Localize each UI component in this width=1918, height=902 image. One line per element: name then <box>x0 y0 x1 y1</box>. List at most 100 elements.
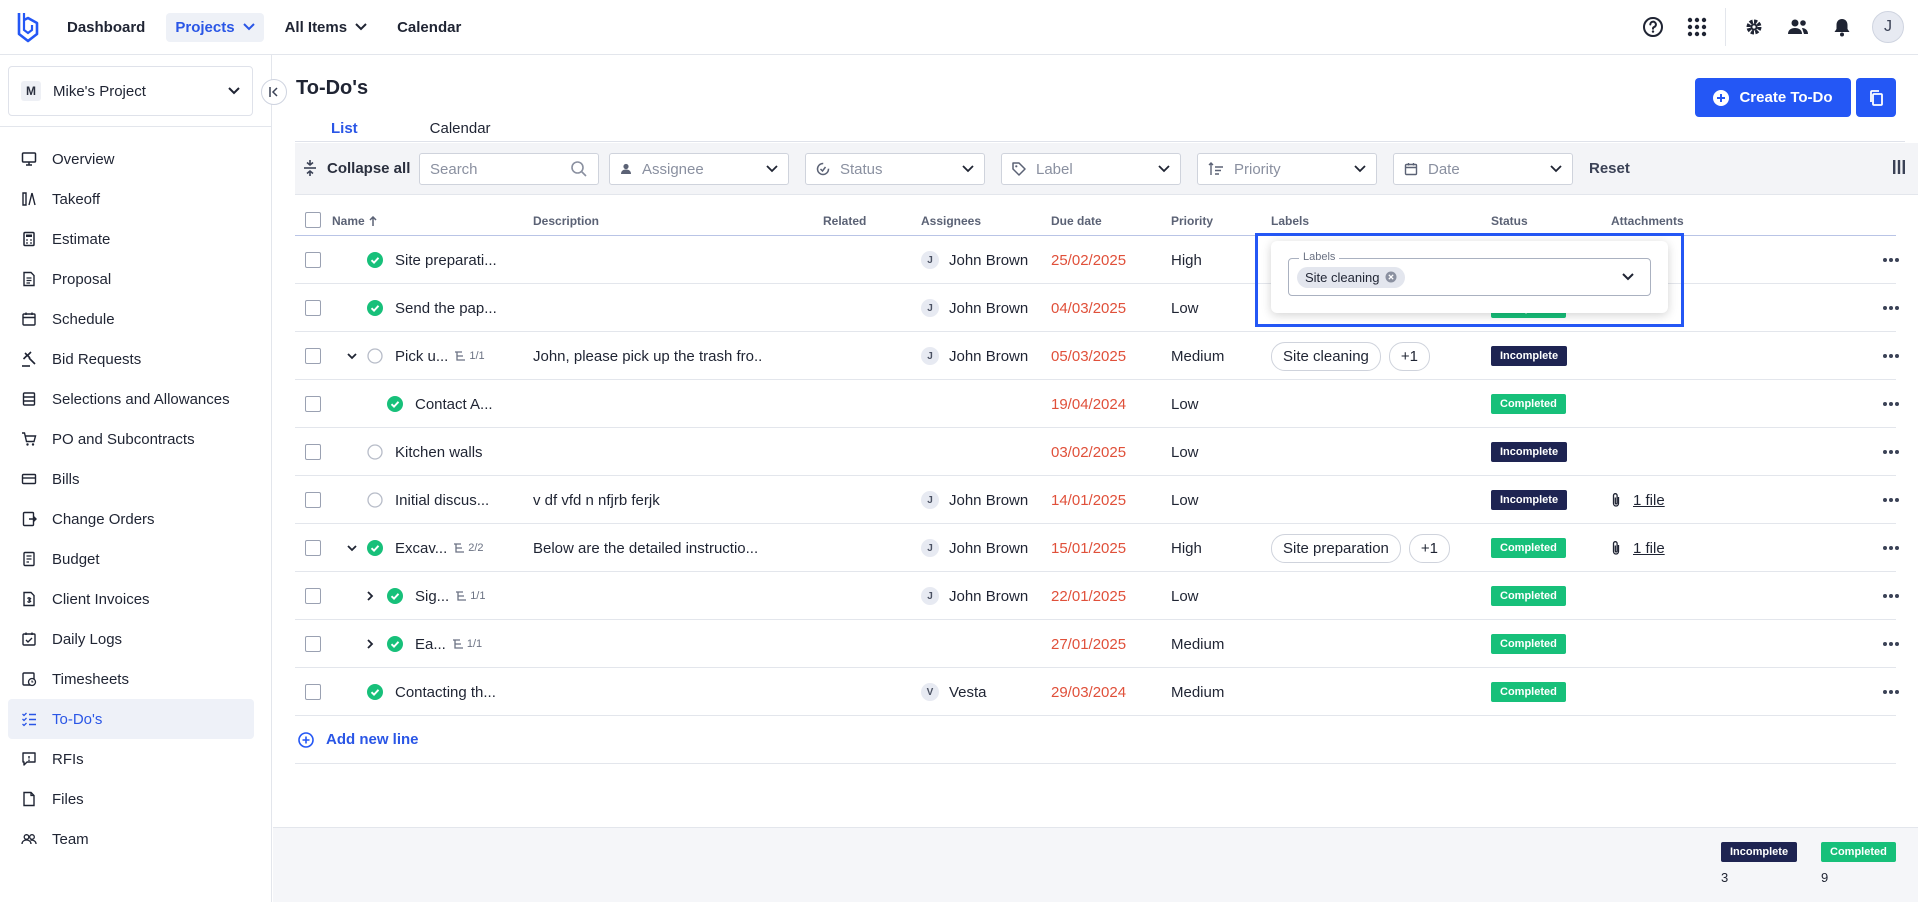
labels-cell[interactable]: Site preparation +1 <box>1271 524 1458 572</box>
sidebar-item-selections-and-allowances[interactable]: Selections and Allowances <box>8 379 254 419</box>
task-name-cell[interactable]: Ea... 1/1 <box>415 620 482 668</box>
date-filter[interactable]: Date <box>1393 153 1573 185</box>
priority-filter[interactable]: Priority <box>1197 153 1377 185</box>
task-name-cell[interactable]: Site preparati... <box>395 236 497 284</box>
table-row[interactable]: Excav... 2/2 Below are the detailed instr… <box>295 524 1899 572</box>
row-checkbox[interactable] <box>305 668 321 716</box>
task-name[interactable]: Initial discus... <box>395 492 489 509</box>
sidebar-item-bid-requests[interactable]: Bid Requests <box>8 339 254 379</box>
check-circle-icon[interactable] <box>367 540 383 556</box>
remove-chip-icon[interactable] <box>1385 271 1397 283</box>
check-circle-icon[interactable] <box>367 684 383 700</box>
help-icon[interactable] <box>1631 5 1675 49</box>
task-name[interactable]: Sig... <box>415 588 449 605</box>
sidebar-item-timesheets[interactable]: Timesheets <box>8 659 254 699</box>
status-filter[interactable]: Status <box>805 153 985 185</box>
attachment-cell[interactable]: 1 file <box>1611 524 1665 572</box>
label-filter[interactable]: Label <box>1001 153 1181 185</box>
expand-toggle[interactable] <box>347 332 357 380</box>
attachment-link[interactable]: 1 file <box>1633 492 1665 509</box>
label-chip[interactable]: Site preparation <box>1271 533 1401 563</box>
label-chip[interactable]: +1 <box>1388 341 1431 371</box>
sidebar-item-bills[interactable]: Bills <box>8 459 254 499</box>
table-row[interactable]: Sig... 1/1 J John Brown 22/01/2025 Low Com… <box>295 572 1899 620</box>
row-checkbox[interactable] <box>305 524 321 572</box>
label-chip[interactable]: Site cleaning <box>1271 341 1381 371</box>
label-chip[interactable]: +1 <box>1408 533 1451 563</box>
sidebar-item-rfis[interactable]: RFIs <box>8 739 254 779</box>
status-toggle[interactable] <box>367 668 383 716</box>
assignee-filter[interactable]: Assignee <box>609 153 789 185</box>
sidebar-item-budget[interactable]: Budget <box>8 539 254 579</box>
row-more-button[interactable] <box>1882 524 1900 572</box>
row-more-button[interactable] <box>1882 428 1900 476</box>
sidebar-item-client-invoices[interactable]: Client Invoices <box>8 579 254 619</box>
row-more-button[interactable] <box>1882 332 1900 380</box>
row-more-button[interactable] <box>1882 668 1900 716</box>
task-name[interactable]: Pick u... <box>395 348 448 365</box>
row-more-button[interactable] <box>1882 620 1900 668</box>
task-name[interactable]: Contact A... <box>415 396 493 413</box>
row-more-button[interactable] <box>1882 476 1900 524</box>
sidebar-item-team[interactable]: Team <box>8 819 254 859</box>
row-checkbox[interactable] <box>305 236 321 284</box>
columns-icon[interactable] <box>1892 159 1906 175</box>
row-more-button[interactable] <box>1882 284 1900 332</box>
sidebar-item-proposal[interactable]: Proposal <box>8 259 254 299</box>
sidebar-item-files[interactable]: Files <box>8 779 254 819</box>
row-checkbox[interactable] <box>305 476 321 524</box>
search-input[interactable]: Search <box>419 153 599 185</box>
sidebar-item-daily-logs[interactable]: Daily Logs <box>8 619 254 659</box>
collapse-all-button[interactable]: Collapse all <box>303 159 410 177</box>
gear-icon[interactable] <box>1732 5 1776 49</box>
row-checkbox[interactable] <box>305 572 321 620</box>
task-name[interactable]: Send the pap... <box>395 300 497 317</box>
status-toggle[interactable] <box>367 524 383 572</box>
app-logo-icon[interactable] <box>14 10 42 44</box>
sidebar-item-overview[interactable]: Overview <box>8 139 254 179</box>
empty-circle-icon[interactable] <box>367 492 383 508</box>
nav-calendar[interactable]: Calendar <box>388 13 470 42</box>
attachment-link[interactable]: 1 file <box>1633 540 1665 557</box>
check-circle-icon[interactable] <box>387 636 403 652</box>
table-row[interactable]: Contact A... 19/04/2024 Low Completed <box>295 380 1899 428</box>
task-name-cell[interactable]: Initial discus... <box>395 476 489 524</box>
table-row[interactable]: Pick u... 1/1 John, please pick up the tr… <box>295 332 1899 380</box>
row-checkbox[interactable] <box>305 620 321 668</box>
sidebar-item-change-orders[interactable]: Change Orders <box>8 499 254 539</box>
task-name-cell[interactable]: Contact A... <box>415 380 493 428</box>
create-todo-button[interactable]: Create To-Do <box>1695 78 1851 117</box>
table-row[interactable]: Kitchen walls 03/02/2025 Low Incomplete <box>295 428 1899 476</box>
status-toggle[interactable] <box>367 476 383 524</box>
task-name-cell[interactable]: Excav... 2/2 <box>395 524 484 572</box>
collapse-sidebar-button[interactable] <box>261 79 287 105</box>
row-more-button[interactable] <box>1882 572 1900 620</box>
sidebar-item-po-and-subcontracts[interactable]: PO and Subcontracts <box>8 419 254 459</box>
selected-label-chip[interactable]: Site cleaning <box>1297 266 1406 288</box>
table-row[interactable]: Ea... 1/1 27/01/2025 Medium Completed <box>295 620 1899 668</box>
check-circle-icon[interactable] <box>387 588 403 604</box>
row-more-button[interactable] <box>1882 236 1900 284</box>
status-toggle[interactable] <box>387 380 403 428</box>
check-circle-icon[interactable] <box>367 252 383 268</box>
task-name[interactable]: Contacting th... <box>395 684 496 701</box>
row-checkbox[interactable] <box>305 380 321 428</box>
nav-all-items[interactable]: All Items <box>276 13 377 42</box>
table-row[interactable]: Initial discus... v df vfd n nfjrb ferjk… <box>295 476 1899 524</box>
status-toggle[interactable] <box>367 236 383 284</box>
sidebar-item-estimate[interactable]: Estimate <box>8 219 254 259</box>
status-toggle[interactable] <box>387 620 403 668</box>
sidebar-item-schedule[interactable]: Schedule <box>8 299 254 339</box>
project-selector[interactable]: M Mike's Project <box>8 66 253 116</box>
sidebar-item-to-do-s[interactable]: To-Do's <box>8 699 254 739</box>
nav-projects[interactable]: Projects <box>166 12 264 42</box>
row-checkbox[interactable] <box>305 332 321 380</box>
column-name[interactable]: Name <box>332 214 377 228</box>
row-checkbox[interactable] <box>305 428 321 476</box>
labels-select[interactable]: Labels Site cleaning <box>1288 251 1651 296</box>
chevron-down-icon[interactable] <box>1622 273 1634 281</box>
task-name[interactable]: Site preparati... <box>395 252 497 269</box>
status-toggle[interactable] <box>367 332 383 380</box>
check-circle-icon[interactable] <box>367 300 383 316</box>
task-name-cell[interactable]: Contacting th... <box>395 668 496 716</box>
